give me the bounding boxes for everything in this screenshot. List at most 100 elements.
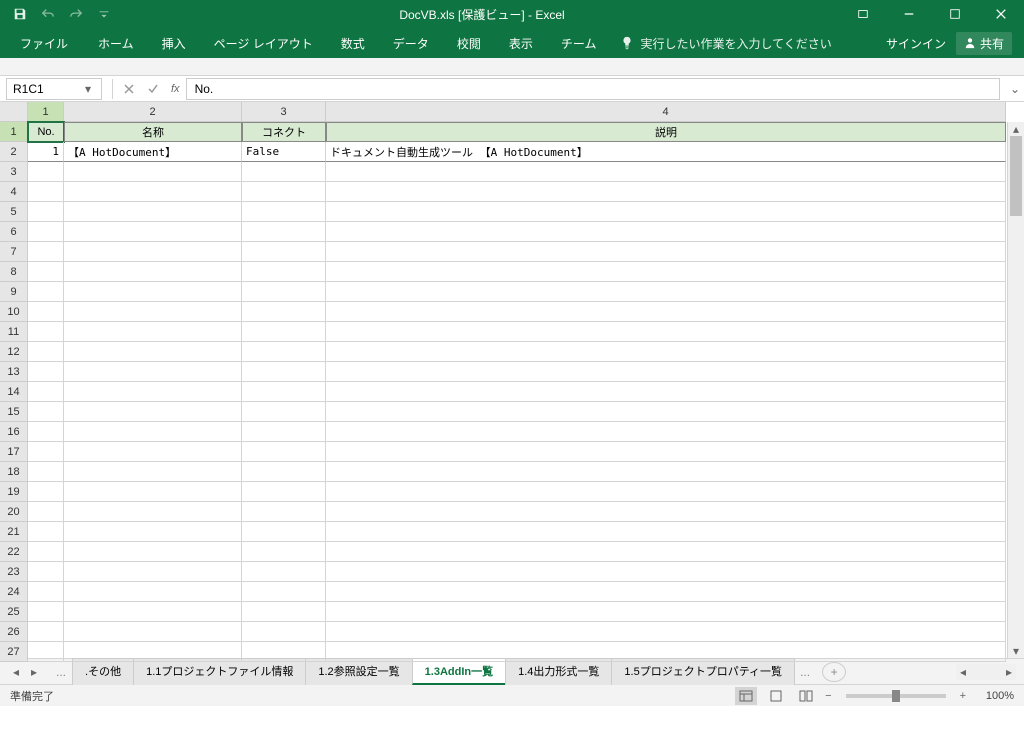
cell[interactable]: [64, 162, 242, 182]
page-layout-view-button[interactable]: [765, 687, 787, 705]
row-header[interactable]: 3: [0, 162, 28, 182]
column-header[interactable]: 3: [242, 102, 326, 122]
cell[interactable]: [242, 562, 326, 582]
cell[interactable]: 名称: [64, 122, 242, 142]
row-header[interactable]: 26: [0, 622, 28, 642]
row-header[interactable]: 5: [0, 202, 28, 222]
row-header[interactable]: 18: [0, 462, 28, 482]
new-sheet-button[interactable]: +: [822, 662, 846, 682]
cell[interactable]: [326, 542, 1006, 562]
cell[interactable]: [64, 582, 242, 602]
close-button[interactable]: [978, 0, 1024, 28]
row-header[interactable]: 6: [0, 222, 28, 242]
cell[interactable]: [242, 382, 326, 402]
qat-customize[interactable]: [92, 2, 116, 26]
tab-page-layout[interactable]: ページ レイアウト: [200, 29, 327, 58]
vertical-scrollbar[interactable]: ▴ ▾: [1007, 122, 1024, 658]
cell[interactable]: [326, 362, 1006, 382]
cell[interactable]: [28, 562, 64, 582]
row-header[interactable]: 10: [0, 302, 28, 322]
cell[interactable]: [64, 462, 242, 482]
row-header[interactable]: 27: [0, 642, 28, 662]
cell[interactable]: [64, 502, 242, 522]
scroll-thumb[interactable]: [1010, 136, 1022, 216]
cell[interactable]: [64, 302, 242, 322]
cell[interactable]: [326, 462, 1006, 482]
cell[interactable]: [242, 482, 326, 502]
tab-data[interactable]: データ: [379, 29, 443, 58]
cell[interactable]: [326, 382, 1006, 402]
redo-button[interactable]: [64, 2, 88, 26]
zoom-level[interactable]: 100%: [974, 690, 1014, 702]
cell[interactable]: [326, 242, 1006, 262]
cell[interactable]: [242, 202, 326, 222]
cell[interactable]: [28, 362, 64, 382]
enter-formula-button[interactable]: [141, 78, 165, 100]
cell[interactable]: [326, 302, 1006, 322]
scroll-down-icon[interactable]: ▾: [1008, 644, 1024, 658]
cell[interactable]: [326, 282, 1006, 302]
cell[interactable]: [64, 622, 242, 642]
sheet-tab[interactable]: 1.2参照設定一覧: [305, 658, 412, 685]
cell[interactable]: コネクト: [242, 122, 326, 142]
cell[interactable]: [64, 382, 242, 402]
tab-review[interactable]: 校閲: [443, 29, 495, 58]
cell[interactable]: [326, 582, 1006, 602]
expand-formula-bar[interactable]: ⌄: [1006, 82, 1024, 96]
cell[interactable]: [64, 442, 242, 462]
cell[interactable]: [28, 602, 64, 622]
cell[interactable]: [326, 202, 1006, 222]
row-header[interactable]: 19: [0, 482, 28, 502]
cell[interactable]: [28, 522, 64, 542]
cell[interactable]: [64, 322, 242, 342]
cell[interactable]: [242, 522, 326, 542]
cell[interactable]: [28, 322, 64, 342]
cell[interactable]: [64, 242, 242, 262]
undo-button[interactable]: [36, 2, 60, 26]
cell[interactable]: [28, 422, 64, 442]
cell[interactable]: [28, 182, 64, 202]
cell[interactable]: [64, 602, 242, 622]
cell[interactable]: [28, 642, 64, 662]
cell[interactable]: [326, 182, 1006, 202]
tab-formulas[interactable]: 数式: [327, 29, 379, 58]
tab-view[interactable]: 表示: [495, 29, 547, 58]
row-header[interactable]: 11: [0, 322, 28, 342]
cell[interactable]: [28, 342, 64, 362]
cell[interactable]: [326, 422, 1006, 442]
row-header[interactable]: 1: [0, 122, 28, 142]
sheet-tab[interactable]: 1.4出力形式一覧: [505, 658, 612, 685]
zoom-thumb[interactable]: [892, 690, 900, 702]
save-button[interactable]: [8, 2, 32, 26]
cell[interactable]: [242, 342, 326, 362]
row-header[interactable]: 13: [0, 362, 28, 382]
cell[interactable]: [242, 242, 326, 262]
cell[interactable]: [64, 482, 242, 502]
tab-overflow-left[interactable]: ...: [50, 665, 72, 679]
cell[interactable]: [242, 442, 326, 462]
cell[interactable]: [242, 322, 326, 342]
sheet-tab[interactable]: 1.3AddIn一覧: [412, 658, 506, 685]
cell[interactable]: [242, 502, 326, 522]
cell[interactable]: [326, 162, 1006, 182]
cell[interactable]: [64, 362, 242, 382]
horizontal-scrollbar[interactable]: ◂ ▸: [956, 664, 1016, 680]
cell[interactable]: [242, 302, 326, 322]
cancel-formula-button[interactable]: [117, 78, 141, 100]
row-header[interactable]: 2: [0, 142, 28, 162]
cell[interactable]: [64, 642, 242, 662]
sheet-tab[interactable]: .その他: [72, 658, 134, 685]
cell[interactable]: [28, 242, 64, 262]
column-header[interactable]: 1: [28, 102, 64, 122]
cell[interactable]: [64, 522, 242, 542]
page-break-view-button[interactable]: [795, 687, 817, 705]
cell[interactable]: ドキュメント自動生成ツール 【A HotDocument】: [326, 142, 1006, 162]
cell[interactable]: [242, 422, 326, 442]
row-header[interactable]: 16: [0, 422, 28, 442]
cell[interactable]: [64, 202, 242, 222]
tab-nav-prev[interactable]: ◂: [8, 665, 24, 679]
cell[interactable]: [64, 222, 242, 242]
tab-file[interactable]: ファイル: [4, 29, 84, 58]
cell[interactable]: [326, 562, 1006, 582]
tab-insert[interactable]: 挿入: [148, 29, 200, 58]
